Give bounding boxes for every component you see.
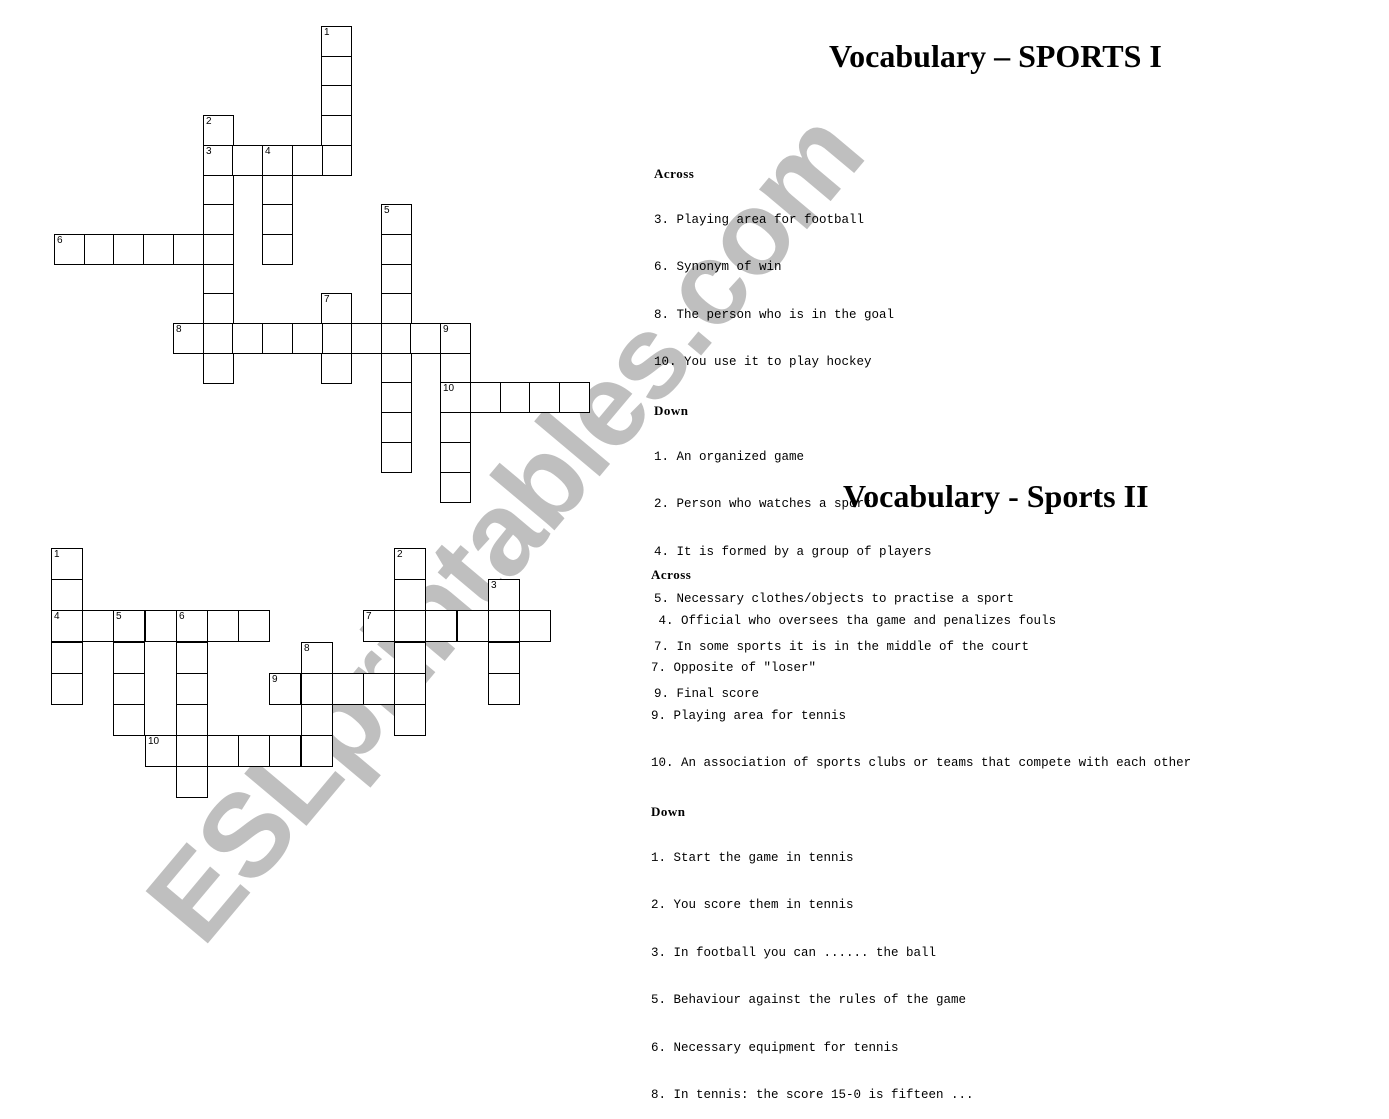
crossword-cell[interactable]: [457, 610, 489, 642]
clue-down-5: 5. Behaviour against the rules of the ga…: [651, 993, 967, 1008]
crossword-cell[interactable]: 4: [51, 610, 83, 642]
clue-number: 6: [179, 611, 185, 622]
crossword-cell[interactable]: [51, 673, 83, 705]
crossword-cell[interactable]: [51, 642, 83, 674]
crossword-cell[interactable]: [394, 704, 426, 736]
crossword-cell[interactable]: [394, 579, 426, 611]
crossword-cell[interactable]: [488, 610, 520, 642]
crossword-cell[interactable]: [176, 766, 208, 798]
crossword-cell[interactable]: [113, 642, 145, 674]
crossword-cell[interactable]: 6: [176, 610, 208, 642]
crossword-cell[interactable]: 5: [113, 610, 145, 642]
clue-number: 5: [116, 611, 122, 622]
clue-number: 1: [54, 549, 60, 560]
clue-down-3: 3. In football you can ...... the ball: [651, 945, 937, 960]
across-heading: Across: [654, 165, 695, 181]
crossword-cell[interactable]: [425, 610, 457, 642]
clue-across-10: 10. You use it to play hockey: [654, 355, 872, 370]
crossword-cell[interactable]: [82, 610, 114, 642]
puzzle-title-sports-2: Vocabulary - Sports II: [843, 478, 1149, 514]
clue-number: 10: [148, 736, 160, 747]
clue-across-4: 4. Official who oversees tha game and pe…: [651, 613, 1057, 628]
crossword-cell[interactable]: 8: [301, 642, 333, 674]
crossword-cell[interactable]: [176, 642, 208, 674]
crossword-cell[interactable]: [176, 735, 208, 767]
crossword-cell[interactable]: 2: [394, 548, 426, 580]
crossword-cell[interactable]: [301, 735, 333, 767]
down-heading: Down: [651, 803, 686, 819]
crossword-cell[interactable]: [394, 610, 426, 642]
crossword-cell[interactable]: [176, 704, 208, 736]
crossword-cell[interactable]: [394, 673, 426, 705]
crossword-cell[interactable]: [207, 610, 239, 642]
clue-number: 4: [54, 611, 60, 622]
crossword-cell[interactable]: 10: [145, 735, 177, 767]
crossword-cell[interactable]: [363, 673, 395, 705]
clue-across-6: 6. Synonym of win: [654, 260, 782, 275]
clue-across-8: 8. The person who is in the goal: [654, 307, 895, 322]
puzzle-title-sports-1: Vocabulary – SPORTS I: [829, 38, 1162, 74]
crossword-cell[interactable]: [332, 673, 364, 705]
crossword-cell[interactable]: [269, 735, 301, 767]
across-heading: Across: [651, 566, 692, 582]
clue-down-2: 2. You score them in tennis: [651, 898, 854, 913]
clue-number: 9: [272, 674, 278, 685]
clue-number: 2: [397, 549, 403, 560]
crossword-cell[interactable]: [238, 735, 270, 767]
down-heading: Down: [654, 402, 689, 418]
crossword-cell[interactable]: [113, 704, 145, 736]
crossword-cell[interactable]: [488, 673, 520, 705]
crossword-cell[interactable]: 1: [51, 548, 83, 580]
crossword-cell[interactable]: 7: [363, 610, 395, 642]
crossword-cell[interactable]: [145, 610, 177, 642]
clue-down-1: 1. An organized game: [654, 449, 805, 464]
crossword-cell[interactable]: 3: [488, 579, 520, 611]
clue-down-8: 8. In tennis: the score 15-0 is fifteen …: [651, 1087, 974, 1102]
clue-number: 7: [366, 611, 372, 622]
crossword-cell[interactable]: 9: [269, 673, 301, 705]
clue-down-6: 6. Necessary equipment for tennis: [651, 1040, 899, 1055]
crossword-cell[interactable]: [488, 642, 520, 674]
crossword-cell[interactable]: [176, 673, 208, 705]
clue-across-10: 10. An association of sports clubs or te…: [651, 756, 1192, 771]
clue-across-3: 3. Playing area for football: [654, 212, 865, 227]
clue-number: 3: [491, 580, 497, 591]
clue-list-sports-2: Across 4. Official who oversees tha game…: [651, 535, 1191, 1119]
crossword-cell[interactable]: [113, 673, 145, 705]
clue-number: 8: [304, 643, 310, 654]
crossword-cell[interactable]: [207, 735, 239, 767]
crossword-cell[interactable]: [51, 579, 83, 611]
crossword-cell[interactable]: [519, 610, 551, 642]
crossword-cell[interactable]: [394, 642, 426, 674]
crossword-cell[interactable]: [301, 704, 333, 736]
crossword-cell[interactable]: [238, 610, 270, 642]
clue-across-9: 9. Playing area for tennis: [651, 708, 847, 723]
crossword-cell[interactable]: [301, 673, 333, 705]
clue-down-1: 1. Start the game in tennis: [651, 850, 854, 865]
clue-across-7: 7. Opposite of "loser": [651, 661, 817, 676]
